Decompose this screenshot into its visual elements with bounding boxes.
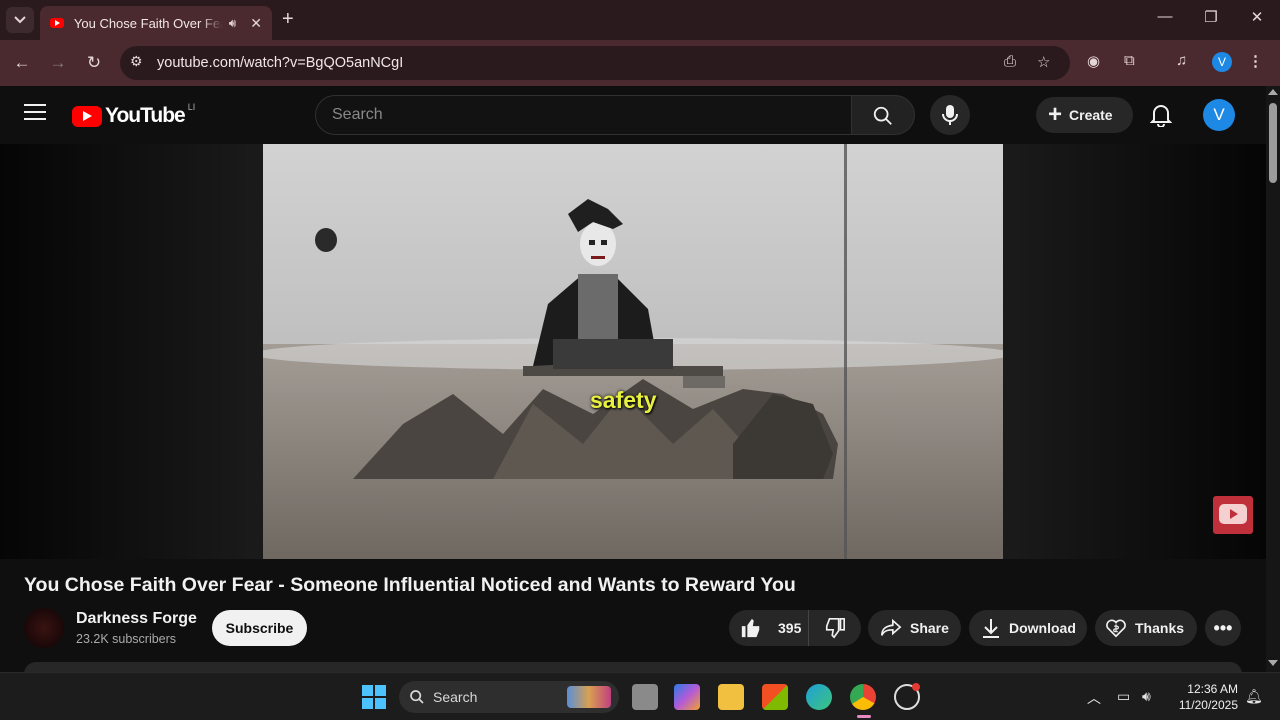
close-window-button[interactable]: ✕ [1234,8,1280,32]
channel-name[interactable]: Darkness Forge [76,610,197,628]
channel-watermark[interactable] [1213,496,1253,534]
youtube-logo[interactable]: YouTube LI [72,102,196,128]
microsoft-store-icon[interactable] [762,684,788,710]
browser-tab-strip: You Chose Faith Over Fear - Someone Infl… [0,0,1280,40]
thanks-label: Thanks [1135,620,1185,636]
search-icon [873,106,892,125]
minimize-button[interactable]: — [1142,8,1188,32]
task-view-icon[interactable] [632,684,658,710]
download-icon [983,619,999,638]
search-box [315,95,852,135]
create-label: Create [1069,107,1113,123]
new-tab-button[interactable]: + [282,8,294,31]
browser-profile-avatar[interactable]: V [1212,52,1232,72]
logo-region-code: LI [187,102,196,112]
search-icon [410,690,424,704]
subscriber-count: 23.2K subscribers [76,632,177,646]
page-scrollbar[interactable] [1266,86,1280,672]
windows-start-icon[interactable] [362,685,386,709]
like-count: 395 [778,620,802,636]
install-app-icon[interactable]: ⎙ [1004,53,1016,70]
speaker-icon[interactable]: 🔊︎ [229,16,237,31]
taskbar-search-label: Search [433,689,478,705]
bell-icon [1150,105,1172,127]
address-bar[interactable]: ⚙ youtube.com/watch?v=BgQO5anNCgI ⎙ ☆ [120,46,1070,80]
like-dislike-group: 395 [729,610,861,646]
chrome-icon[interactable] [850,684,876,710]
like-button[interactable]: 395 [729,610,809,646]
microphone-icon [942,105,958,125]
super-thanks-icon [1106,619,1126,638]
active-app-indicator [857,715,871,718]
scroll-down-arrow-icon[interactable] [1268,660,1278,666]
download-button[interactable]: Download [969,610,1087,646]
create-button[interactable]: + Create [1036,97,1133,133]
notifications-button[interactable] [1146,100,1176,130]
back-button[interactable]: ← [9,50,35,76]
video-frame[interactable] [263,144,1003,559]
clock-date: 11/20/2025 [1178,698,1238,712]
scroll-thumb[interactable] [1269,103,1277,183]
system-clock[interactable]: 12:36 AM 11/20/2025 [1172,681,1238,713]
share-label: Share [910,620,949,636]
channel-avatar[interactable] [24,608,64,648]
share-icon [881,618,902,636]
video-title: You Chose Faith Over Fear - Someone Infl… [24,574,796,596]
tab-search-button[interactable] [6,7,34,33]
search-button[interactable] [851,95,915,135]
video-scene [263,144,1003,559]
file-explorer-icon[interactable] [718,684,744,710]
browser-toolbar: ← → ↻ ⚙ youtube.com/watch?v=BgQO5anNCgI … [0,40,1280,86]
thanks-button[interactable]: Thanks [1095,610,1197,646]
notification-dot [912,683,920,691]
more-horizontal-icon: ••• [1213,617,1233,638]
url-text: youtube.com/watch?v=BgQO5anNCgI [157,55,404,71]
media-control-icon[interactable]: ♫ [1176,52,1187,69]
logo-text: YouTube [105,104,186,127]
taskbar-search[interactable]: Search [399,681,619,713]
volume-icon[interactable]: 🔊︎ [1142,688,1151,705]
video-caption: safety [590,387,657,413]
video-player[interactable]: safety [0,144,1266,559]
more-actions-button[interactable]: ••• [1205,610,1241,646]
tab-close-icon[interactable]: ✕ [250,15,262,32]
dislike-button[interactable] [809,610,861,646]
subscribe-button[interactable]: Subscribe [212,610,307,646]
youtube-play-icon [1219,504,1247,524]
network-icon[interactable]: ▭ [1117,688,1130,705]
thumbs-up-icon [741,618,760,638]
site-info-icon[interactable]: ⚙ [130,53,143,70]
youtube-header: YouTube LI + Create V [0,86,1266,144]
incognito-icon[interactable]: ◉ [1087,52,1100,70]
search-highlight-icon [567,686,611,708]
show-hidden-icons-icon[interactable]: ︿ [1087,688,1101,708]
reload-button[interactable]: ↻ [81,50,107,76]
browser-menu-icon[interactable]: ⋮ [1248,52,1263,70]
copilot-icon[interactable] [674,684,700,710]
thumbs-down-icon [825,618,845,639]
tab-title: You Chose Faith Over Fear - Someone Infl… [73,15,223,31]
chevron-down-icon [14,16,26,24]
youtube-favicon-icon [50,18,64,28]
search-input[interactable] [332,106,832,124]
clock-time: 12:36 AM [1187,682,1238,696]
extensions-icon[interactable]: ⧉ [1124,52,1135,69]
share-button[interactable]: Share [868,610,961,646]
download-label: Download [1009,620,1076,636]
notification-center-icon[interactable]: 🔔︎ [1245,688,1263,705]
browser-tab-active[interactable]: You Chose Faith Over Fear - Someone Infl… [40,6,272,40]
restore-button[interactable]: ❐ [1188,8,1234,32]
plus-icon: + [1048,101,1063,128]
edge-icon[interactable] [806,684,832,710]
voice-search-button[interactable] [930,95,970,135]
youtube-play-icon [72,105,102,127]
bookmark-star-icon[interactable]: ☆ [1037,53,1050,71]
forward-button[interactable]: → [45,50,71,76]
account-avatar[interactable]: V [1203,99,1235,131]
guide-menu-button[interactable] [24,104,46,122]
scroll-up-arrow-icon[interactable] [1268,89,1278,95]
windows-taskbar: Search ︿ ▭ 🔊︎ 12:36 AM 11/20/2025 🔔︎ [0,672,1280,720]
